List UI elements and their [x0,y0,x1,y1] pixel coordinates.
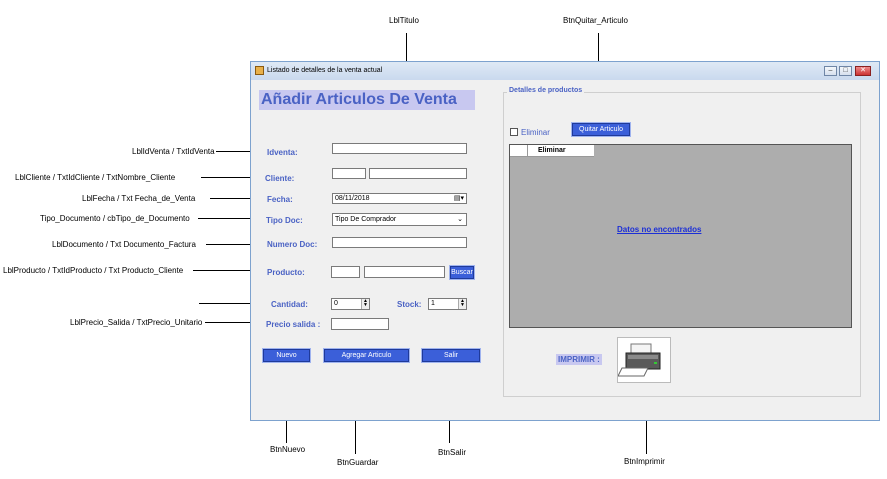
printer-icon [617,343,661,377]
app-icon [255,66,264,75]
minimize-button[interactable]: – [824,66,837,76]
annotation-btnquitar: BtnQuitar_Articulo [563,16,628,25]
close-button[interactable]: ✕ [855,66,871,76]
window-title: Listado de detalles de la venta actual [267,67,383,74]
annotation-btnsalir: BtnSalir [438,448,467,457]
nuevo-button[interactable]: Nuevo [262,348,311,363]
fecha-value: 08/11/2018 [335,195,370,202]
annotation-precio: LblPrecio_Salida / TxtPrecio_Unitario [70,318,203,327]
app-window: Listado de detalles de la venta actual –… [250,61,880,421]
annotation-documento: LblDocumento / Txt Documento_Factura [52,240,196,249]
calendar-dropdown-icon[interactable]: ▤▾ [454,194,464,203]
numero-doc-input[interactable] [332,237,467,248]
idventa-input[interactable] [332,143,467,154]
idventa-label: Idventa: [267,148,298,157]
precio-label: Precio salida : [266,320,321,329]
maximize-button[interactable]: □ [839,66,852,76]
tipo-doc-value: Tipo De Comprador [335,216,397,223]
page-title: Añadir Articulos De Venta [259,90,475,110]
cantidad-value: 0 [334,300,338,307]
quitar-articulo-button[interactable]: Quitar Articulo [571,122,631,137]
annotation-fecha: LblFecha / Txt Fecha_de_Venta [82,194,196,203]
annotation-tipo-documento: Tipo_Documento / cbTipo_de_Documento [40,214,190,223]
numero-doc-label: Numero Doc: [267,240,318,249]
producto-id-input[interactable] [331,266,360,278]
stock-label: Stock: [397,300,422,309]
empty-message: Datos no encontrados [617,225,702,234]
agregar-articulo-button[interactable]: Agregar Articulo [323,348,410,363]
annotation-btnguardar: BtnGuardar [337,458,379,467]
stock-value: 1 [431,300,435,307]
producto-nombre-input[interactable] [364,266,445,278]
salir-button[interactable]: Salir [421,348,481,363]
annotation-idventa: LblIdVenta / TxtIdVenta [132,147,215,156]
grid-column-eliminar[interactable]: Eliminar [528,145,594,157]
annotation-producto: LblProducto / TxtIdProducto / Txt Produc… [3,266,184,275]
fecha-label: Fecha: [267,195,293,204]
imprimir-label: IMPRIMIR : [556,354,602,365]
chevron-down-icon: ⌄ [457,216,463,223]
annotation-btnimprimir: BtnImprimir [624,457,665,466]
spinner-arrows-icon[interactable]: ▲ ▼ [361,299,369,309]
buscar-button[interactable]: Buscar [449,265,475,280]
cliente-id-input[interactable] [332,168,366,179]
cantidad-label: Cantidad: [271,300,308,309]
annotation-lbltitulo: LblTitulo [389,16,419,25]
annotation-btnnuevo: BtnNuevo [270,445,306,454]
imprimir-button[interactable] [617,337,671,383]
producto-label: Producto: [267,268,305,277]
detalles-grid[interactable]: Eliminar Datos no encontrados [509,144,852,328]
eliminar-checkbox-label: Eliminar [521,128,550,137]
cliente-nombre-input[interactable] [369,168,467,179]
fecha-datepicker[interactable]: 08/11/2018 ▤▾ [332,193,467,204]
eliminar-checkbox[interactable] [510,128,518,136]
spinner-arrows-icon[interactable]: ▲ ▼ [458,299,466,309]
precio-input[interactable] [331,318,389,330]
annotation-cliente: LblCliente / TxtIdCliente / TxtNombre_Cl… [15,173,176,182]
cliente-label: Cliente: [265,174,295,183]
tipo-doc-select[interactable]: Tipo De Comprador ⌄ [332,213,467,226]
cantidad-stepper[interactable]: 0 ▲ ▼ [331,298,370,310]
grid-row-header-corner [510,145,528,157]
tipo-doc-label: Tipo Doc: [266,216,303,225]
stock-stepper[interactable]: 1 ▲ ▼ [428,298,467,310]
title-bar[interactable]: Listado de detalles de la venta actual –… [251,62,879,80]
detalles-group-title: Detalles de productos [507,87,585,94]
